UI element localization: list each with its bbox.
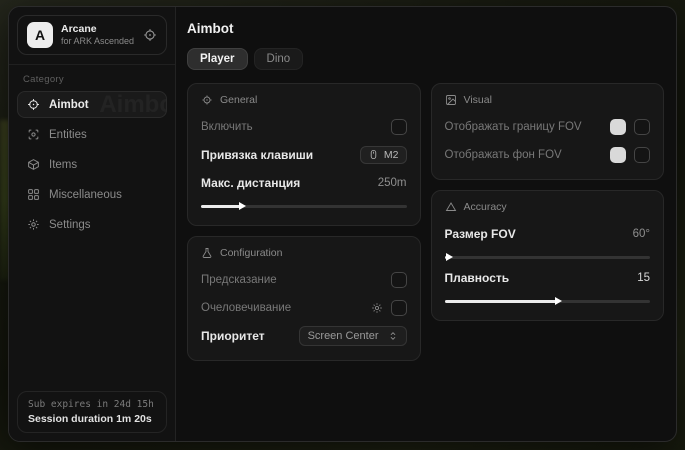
sidebar-item-label: Aimbot (49, 99, 89, 111)
fov-border-color-swatch[interactable] (610, 119, 626, 135)
app-logo: A (27, 22, 53, 48)
logo-letter: A (35, 27, 45, 43)
flask-icon (201, 247, 213, 259)
fov-size-slider[interactable] (445, 252, 651, 262)
app-name: Arcane (61, 23, 134, 36)
sidebar-item-items[interactable]: Items (17, 151, 167, 178)
enable-checkbox[interactable] (391, 119, 407, 135)
panel-visual: Visual Отображать границу FOV Отображать… (431, 83, 665, 180)
sidebar-item-label: Settings (49, 219, 91, 231)
tab-bar: Player Dino (187, 48, 664, 70)
humanize-checkbox[interactable] (391, 300, 407, 316)
priority-value: Screen Center (308, 330, 379, 342)
sidebar-item-label: Items (49, 159, 77, 171)
slider-handle[interactable] (446, 253, 453, 261)
keybind-button[interactable]: M2 (360, 146, 407, 164)
fov-border-label: Отображать границу FOV (445, 121, 582, 133)
sidebar: A Arcane for ARK Ascended Category Aimbo… (9, 7, 176, 441)
panel-general: General Включить Привязка клавиши M2 (187, 83, 421, 226)
sub-expires-text: Sub expires in 24d 15h (28, 399, 156, 410)
mouse-icon (368, 149, 379, 160)
sidebar-item-aimbot[interactable]: Aimbot Aimbot (17, 91, 167, 118)
gear-icon (27, 218, 40, 231)
main-content: Aimbot Player Dino General Включить (176, 7, 676, 441)
app-subtitle: for ARK Ascended (61, 36, 134, 47)
grid-icon (27, 188, 40, 201)
slider-handle[interactable] (239, 202, 246, 210)
prediction-label: Предсказание (201, 274, 277, 286)
smoothness-label: Плавность (445, 271, 510, 285)
fov-border-checkbox[interactable] (634, 119, 650, 135)
session-duration-text: Session duration 1m 20s (28, 413, 156, 425)
panel-title: Accuracy (464, 201, 507, 213)
slider-handle[interactable] (555, 297, 562, 305)
smoothness-slider[interactable] (445, 296, 651, 306)
keybind-value: M2 (384, 149, 399, 161)
smoothness-value: 15 (637, 272, 650, 284)
aimbot-ghost-text: Aimbot (99, 91, 167, 118)
panel-title: General (220, 94, 257, 106)
panel-accuracy: Accuracy Размер FOV 60° Плавность (431, 190, 665, 321)
panel-configuration: Configuration Предсказание Очеловечивани… (187, 236, 421, 361)
fov-bg-color-swatch[interactable] (610, 147, 626, 163)
humanize-settings-gear-icon[interactable] (371, 302, 383, 314)
priority-label: Приоритет (201, 329, 265, 343)
sidebar-nav: Aimbot Aimbot Entities Items Miscellane (17, 91, 167, 238)
max-distance-value: 250m (378, 177, 407, 189)
focus-icon (201, 94, 213, 106)
fov-bg-checkbox[interactable] (634, 147, 650, 163)
humanize-label: Очеловечивание (201, 302, 291, 314)
box-icon (27, 158, 40, 171)
target-icon[interactable] (143, 28, 157, 42)
prediction-checkbox[interactable] (391, 272, 407, 288)
sidebar-item-entities[interactable]: Entities (17, 121, 167, 148)
sidebar-item-settings[interactable]: Settings (17, 211, 167, 238)
panel-title: Visual (464, 94, 492, 106)
keybind-label: Привязка клавиши (201, 148, 313, 162)
category-label: Category (23, 74, 161, 85)
sidebar-item-miscellaneous[interactable]: Miscellaneous (17, 181, 167, 208)
subscription-info: Sub expires in 24d 15h Session duration … (17, 391, 167, 433)
tab-dino[interactable]: Dino (254, 48, 304, 70)
panel-title: Configuration (220, 247, 282, 259)
priority-dropdown[interactable]: Screen Center (299, 326, 407, 346)
app-window: A Arcane for ARK Ascended Category Aimbo… (8, 6, 677, 442)
image-icon (445, 94, 457, 106)
sidebar-item-label: Entities (49, 129, 87, 141)
fov-size-value: 60° (633, 228, 650, 240)
page-title: Aimbot (187, 21, 664, 36)
scan-icon (27, 128, 40, 141)
crosshair-icon (27, 98, 40, 111)
triangle-icon (445, 201, 457, 213)
logo-card: A Arcane for ARK Ascended (17, 15, 167, 55)
max-distance-slider[interactable] (201, 201, 407, 211)
chevron-up-down-icon (388, 331, 398, 341)
fov-bg-label: Отображать фон FOV (445, 149, 562, 161)
divider (9, 64, 175, 65)
fov-size-label: Размер FOV (445, 227, 516, 241)
enable-label: Включить (201, 121, 253, 133)
max-distance-label: Макс. дистанция (201, 176, 300, 190)
tab-player[interactable]: Player (187, 48, 248, 70)
sidebar-item-label: Miscellaneous (49, 189, 122, 201)
